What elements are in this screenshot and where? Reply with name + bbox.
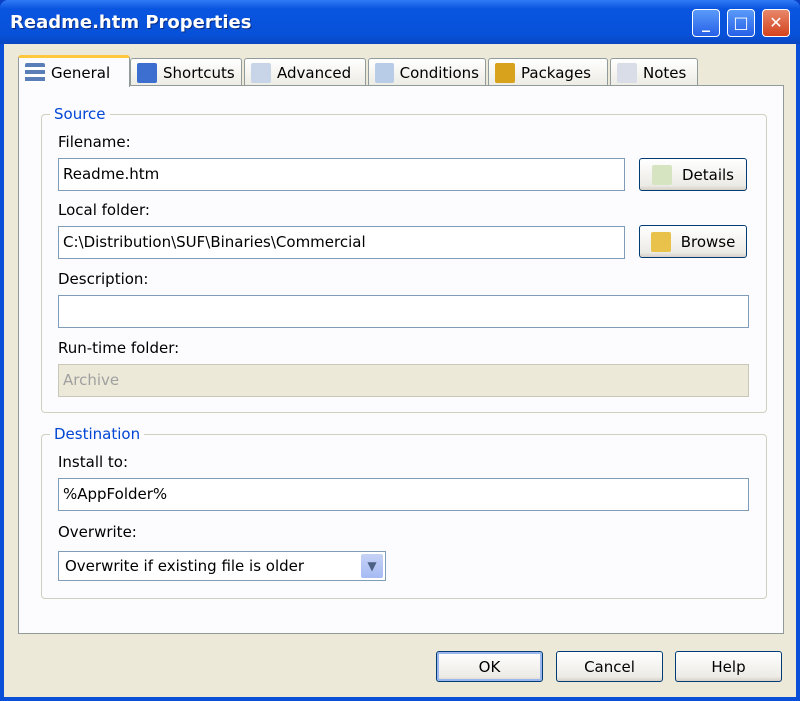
runtime-folder-input: Archive: [58, 364, 749, 397]
tab-packages[interactable]: Packages: [488, 58, 608, 86]
tab-label: Packages: [521, 63, 591, 82]
tab-panel-general: Source Filename: Readme.htm Details Loca…: [18, 85, 784, 634]
tab-label: Conditions: [399, 63, 479, 82]
overwrite-select[interactable]: Overwrite if existing file is older ▼: [58, 551, 386, 581]
local-folder-input[interactable]: C:\Distribution\SUF\Binaries\Commercial: [58, 226, 625, 259]
window-title: Readme.htm Properties: [10, 12, 252, 33]
conditions-icon: [375, 62, 394, 83]
advanced-icon: [251, 62, 271, 83]
tab-general[interactable]: General: [18, 55, 130, 87]
source-legend: Source: [50, 105, 110, 123]
tab-shortcuts[interactable]: Shortcuts: [130, 58, 242, 86]
maximize-button[interactable]: □: [727, 9, 755, 37]
destination-legend: Destination: [50, 425, 145, 443]
title-bar: Readme.htm Properties _ □ ✕: [0, 0, 800, 44]
tab-conditions[interactable]: Conditions: [368, 58, 486, 86]
overwrite-value: Overwrite if existing file is older: [65, 557, 305, 575]
destination-group: Destination Install to: %AppFolder% Over…: [41, 425, 767, 599]
details-button[interactable]: Details: [639, 158, 747, 191]
close-button[interactable]: ✕: [762, 9, 790, 37]
packages-icon: [495, 62, 515, 83]
source-group: Source Filename: Readme.htm Details Loca…: [41, 105, 767, 413]
properties-dialog: Readme.htm Properties _ □ ✕ General Shor…: [0, 0, 800, 701]
description-input[interactable]: [58, 295, 749, 328]
cancel-button[interactable]: Cancel: [556, 651, 663, 682]
tab-label: Notes: [643, 63, 687, 82]
folder-icon: [650, 231, 671, 252]
description-label: Description:: [58, 270, 149, 288]
filename-input[interactable]: Readme.htm: [58, 158, 625, 191]
runtime-folder-label: Run-time folder:: [58, 339, 180, 357]
tab-notes[interactable]: Notes: [610, 58, 698, 86]
shortcuts-icon: [137, 62, 157, 83]
ok-button[interactable]: OK: [436, 651, 543, 682]
help-button[interactable]: Help: [675, 651, 782, 682]
tab-label: Advanced: [277, 63, 352, 82]
local-folder-label: Local folder:: [58, 201, 150, 219]
tab-label: Shortcuts: [163, 63, 235, 82]
browse-button[interactable]: Browse: [639, 225, 747, 258]
minimize-button[interactable]: _: [692, 9, 720, 37]
details-label: Details: [681, 165, 734, 184]
notes-icon: [617, 62, 637, 83]
overwrite-label: Overwrite:: [58, 523, 137, 541]
install-to-input[interactable]: %AppFolder%: [58, 478, 749, 511]
tab-advanced[interactable]: Advanced: [244, 58, 366, 86]
filename-label: Filename:: [58, 133, 131, 151]
tab-label: General: [51, 63, 111, 82]
general-icon: [25, 62, 45, 83]
chevron-down-icon[interactable]: ▼: [361, 554, 383, 578]
details-icon: [651, 164, 672, 185]
browse-label: Browse: [680, 232, 736, 251]
install-to-label: Install to:: [58, 453, 129, 471]
